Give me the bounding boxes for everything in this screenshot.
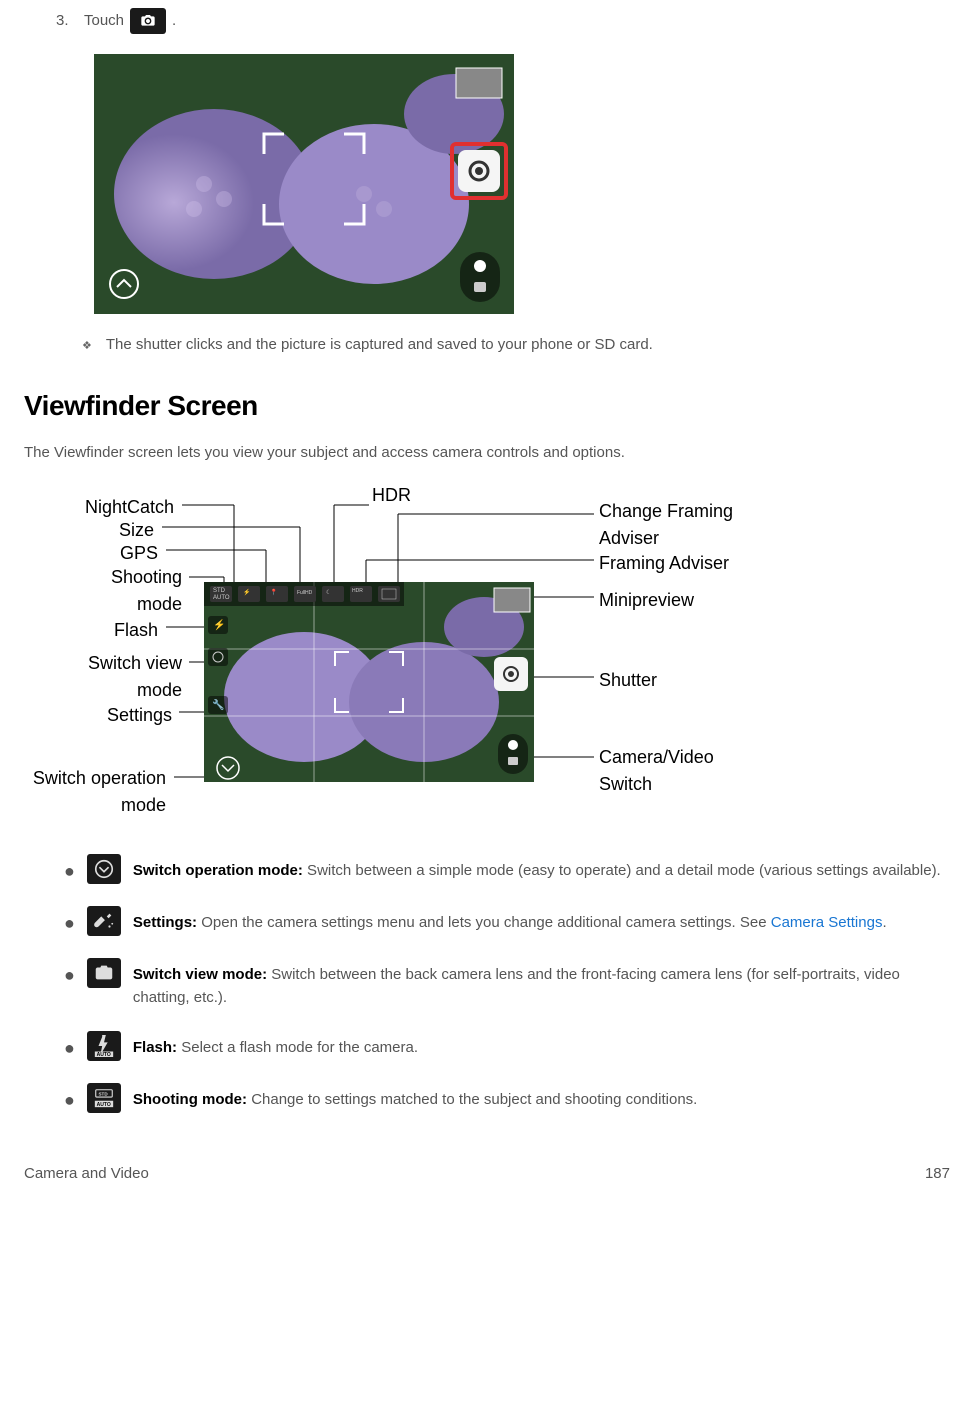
viewfinder-screenshot-1 xyxy=(94,54,514,314)
footer-page-number: 187 xyxy=(925,1163,950,1186)
svg-text:⚡: ⚡ xyxy=(213,618,225,631)
label-shooting-mode: Shootingmode xyxy=(111,564,182,618)
label-minipreview: Minipreview xyxy=(599,587,694,614)
bullet-icon: ● xyxy=(64,862,75,880)
svg-text:AUTO: AUTO xyxy=(213,595,230,601)
flash-auto-icon: AUTO xyxy=(87,1031,121,1061)
viewfinder-diagram: NightCatch Size GPS Shootingmode Flash S… xyxy=(34,482,914,832)
note-text: The shutter clicks and the picture is ca… xyxy=(106,334,653,357)
wrench-star-icon xyxy=(87,906,121,936)
svg-text:AUTO: AUTO xyxy=(97,1052,111,1057)
chevron-down-circle-icon xyxy=(87,854,121,884)
diamond-bullet: ❖ xyxy=(82,338,92,355)
page-footer: Camera and Video 187 xyxy=(24,1163,950,1196)
svg-text:⚡: ⚡ xyxy=(243,588,250,596)
svg-text:STD: STD xyxy=(98,1091,108,1096)
bullet-icon: ● xyxy=(64,1039,75,1057)
item-text: Flash: Select a flash mode for the camer… xyxy=(133,1037,950,1060)
label-switch-view: Switch viewmode xyxy=(88,650,182,704)
viewfinder-screenshot-2: STD AUTO ⚡ 📍 FullHD ☾ HDR ⚡ xyxy=(204,582,534,782)
svg-text:☾: ☾ xyxy=(326,589,331,596)
label-change-framing: Change FramingAdviser xyxy=(599,498,733,552)
item-text: Switch view mode: Switch between the bac… xyxy=(133,964,950,1009)
section-title: Viewfinder Screen xyxy=(24,385,950,427)
label-gps: GPS xyxy=(120,540,158,567)
svg-text:HDR: HDR xyxy=(352,588,363,594)
footer-section: Camera and Video xyxy=(24,1163,149,1186)
item-switch-view-mode: ● Switch view mode: Switch between the b… xyxy=(64,958,950,1009)
svg-text:FullHD: FullHD xyxy=(297,590,313,596)
item-settings: ● Settings: Open the camera settings men… xyxy=(64,906,950,936)
svg-text:STD: STD xyxy=(213,588,226,594)
controls-list: ● Switch operation mode: Switch between … xyxy=(24,854,950,1113)
step-suffix: . xyxy=(172,10,176,33)
shutter-note: ❖ The shutter clicks and the picture is … xyxy=(82,334,950,357)
std-auto-icon: STD AUTO xyxy=(87,1083,121,1113)
item-shooting-mode: ● STD AUTO Shooting mode: Change to setti… xyxy=(64,1083,950,1113)
label-flash: Flash xyxy=(114,617,158,644)
section-desc: The Viewfinder screen lets you view your… xyxy=(24,442,950,465)
item-text: Switch operation mode: Switch between a … xyxy=(133,860,950,883)
camera-icon xyxy=(130,8,166,34)
item-text: Settings: Open the camera settings menu … xyxy=(133,912,950,935)
label-settings: Settings xyxy=(107,702,172,729)
step-number: 3. xyxy=(56,10,70,33)
step-text: Touch . xyxy=(84,8,176,34)
item-flash: ● AUTO Flash: Select a flash mode for th… xyxy=(64,1031,950,1061)
svg-text:🔧: 🔧 xyxy=(212,698,224,711)
label-shutter: Shutter xyxy=(599,667,657,694)
item-switch-operation-mode: ● Switch operation mode: Switch between … xyxy=(64,854,950,884)
bullet-icon: ● xyxy=(64,1091,75,1109)
item-text: Shooting mode: Change to settings matche… xyxy=(133,1089,950,1112)
bullet-icon: ● xyxy=(64,914,75,932)
bullet-icon: ● xyxy=(64,966,75,984)
step-prefix: Touch xyxy=(84,10,124,33)
camera-switch-icon xyxy=(87,958,121,988)
svg-text:AUTO: AUTO xyxy=(97,1102,111,1108)
step-3: 3. Touch . xyxy=(56,8,950,34)
label-camera-video: Camera/VideoSwitch xyxy=(599,744,714,798)
label-framing-adviser: Framing Adviser xyxy=(599,550,729,577)
label-switch-op: Switch operationmode xyxy=(33,765,166,819)
camera-settings-link[interactable]: Camera Settings xyxy=(771,914,883,931)
svg-text:📍: 📍 xyxy=(270,588,277,596)
label-hdr: HDR xyxy=(372,482,411,509)
